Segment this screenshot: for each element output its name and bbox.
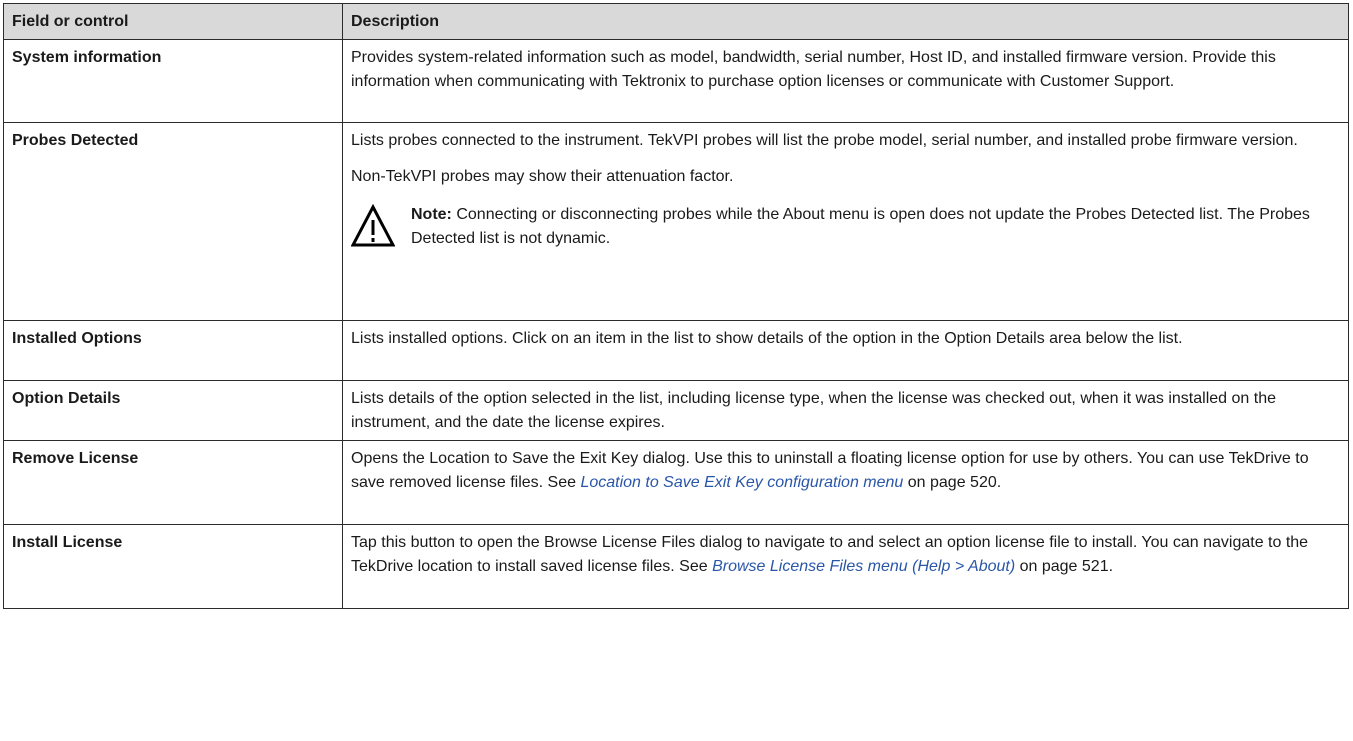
description-text: Lists details of the option selected in … [351, 390, 1276, 431]
field-name: Installed Options [3, 320, 343, 381]
note-body: Connecting or disconnecting probes while… [411, 206, 1310, 247]
description-text: Provides system-related information such… [351, 49, 1276, 90]
description-text: Lists installed options. Click on an ite… [351, 330, 1183, 347]
field-description: Opens the Location to Save the Exit Key … [342, 440, 1349, 525]
table-row: Install License Tap this button to open … [3, 524, 1349, 609]
reference-table: Field or control Description System info… [3, 3, 1349, 609]
field-name: System information [3, 39, 343, 123]
description-text: Opens the Location to Save the Exit Key … [351, 447, 1340, 495]
header-description: Description [342, 3, 1349, 40]
table-header-row: Field or control Description [3, 3, 1349, 40]
field-name: Remove License [3, 440, 343, 525]
field-description: Lists probes connected to the instrument… [342, 122, 1349, 321]
table-row: Installed Options Lists installed option… [3, 320, 1349, 381]
field-description: Lists details of the option selected in … [342, 380, 1349, 441]
field-name: Install License [3, 524, 343, 609]
description-text: Tap this button to open the Browse Licen… [351, 531, 1340, 579]
field-description: Provides system-related information such… [342, 39, 1349, 123]
field-description: Lists installed options. Click on an ite… [342, 320, 1349, 381]
field-name: Option Details [3, 380, 343, 441]
field-description: Tap this button to open the Browse Licen… [342, 524, 1349, 609]
note-text: Note: Connecting or disconnecting probes… [411, 203, 1340, 251]
header-field-or-control: Field or control [3, 3, 343, 40]
description-text: Lists probes connected to the instrument… [351, 132, 1298, 149]
description-post: on page 520. [903, 474, 1002, 491]
note-label: Note: [411, 206, 452, 223]
note-block: Note: Connecting or disconnecting probes… [351, 203, 1340, 251]
description-post: on page 521. [1015, 558, 1114, 575]
table-row: Remove License Opens the Location to Sav… [3, 440, 1349, 525]
field-name: Probes Detected [3, 122, 343, 321]
description-text-2: Non-TekVPI probes may show their attenua… [351, 168, 734, 185]
table-row: System information Provides system-relat… [3, 39, 1349, 123]
browse-license-files-link[interactable]: Browse License Files menu (Help > About) [712, 558, 1015, 575]
table-row: Probes Detected Lists probes connected t… [3, 122, 1349, 321]
warning-triangle-icon [351, 204, 395, 247]
location-to-save-exit-key-link[interactable]: Location to Save Exit Key configuration … [580, 474, 903, 491]
table-row: Option Details Lists details of the opti… [3, 380, 1349, 441]
